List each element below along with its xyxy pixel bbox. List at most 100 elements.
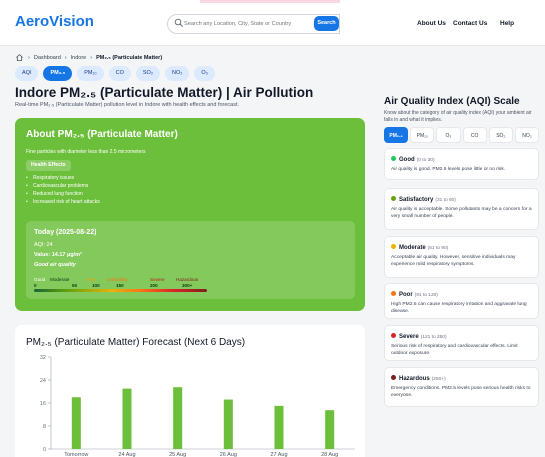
chevron-right-icon: › — [90, 54, 93, 61]
level-range: (250+) — [431, 377, 446, 382]
x-tick-label: Tomorrow — [64, 452, 88, 457]
aqi-gradient-bar — [34, 289, 207, 292]
today-summary: Today (2025-08-22) AQI: 24 Value: 14.17 … — [26, 221, 355, 299]
aqi-level-hazardous: Hazardous (250+) Emergency conditions. PM… — [384, 367, 539, 407]
list-item: Respiratory issues — [26, 174, 100, 182]
level-range: (91 to 120) — [414, 293, 438, 298]
scale-tab-o3[interactable]: O₃ — [436, 127, 461, 143]
today-category: Good air quality — [34, 262, 76, 268]
tab-no2[interactable]: NO₂ — [164, 66, 190, 81]
forecast-bar — [274, 405, 284, 449]
nav-contact-us[interactable]: Contact Us — [453, 20, 487, 27]
page-title: Indore PM₂.₅ (Particulate Matter) | Air … — [15, 85, 314, 100]
about-description: Fine particles with diameter less than 2… — [26, 149, 146, 155]
scale-tab-so2[interactable]: SO₂ — [488, 127, 513, 143]
forecast-heading: PM₂.₅ (Particulate Matter) Forecast (Nex… — [26, 337, 246, 348]
nav-help[interactable]: Help — [500, 20, 514, 27]
forecast-bar-chart: 0 8 16 24 32 Tomorrow 24 Aug 25 Aug 26 Aug 27 Aug… — [40, 355, 355, 457]
scale-label-unhealthy: Unhealthy — [107, 277, 128, 282]
status-dot — [391, 196, 396, 201]
pollutant-tabs: AQI PM₂.₅ PM₁₀ CO SO₂ NO₂ O₃ — [15, 66, 215, 81]
level-name: Hazardous — [399, 376, 430, 382]
tab-co[interactable]: CO — [108, 66, 131, 81]
level-description: Serious risk of respiratory and cardiova… — [391, 344, 518, 356]
level-description: Emergency conditions. PM2.5 levels pose … — [391, 386, 531, 398]
about-pollutant-card: About PM₂.₅ (Particulate Matter) Fine pa… — [15, 118, 365, 311]
scale-tab-no2[interactable]: NO₂ — [514, 127, 540, 143]
scale-label-moderate: Moderate — [50, 277, 70, 282]
scale-tab-pm10[interactable]: PM₁₀ — [410, 127, 435, 143]
level-name: Poor — [399, 292, 413, 298]
forecast-bar — [173, 387, 183, 449]
scale-number: 100 — [92, 283, 100, 288]
forecast-bar — [325, 410, 335, 449]
home-icon[interactable] — [15, 53, 24, 62]
aqi-level-satisfactory: Satisfactory (31 to 60) Air quality is ac… — [384, 188, 539, 230]
scale-tab-pm25[interactable]: PM₂.₅ — [384, 127, 409, 143]
scale-number: 0 — [34, 283, 37, 288]
forecast-bar — [223, 399, 233, 449]
today-title: Today (2025-08-22) — [34, 229, 97, 236]
level-range: (121 to 250) — [420, 335, 447, 340]
app-logo[interactable]: AeroVision — [15, 13, 94, 30]
forecast-bar — [71, 397, 81, 449]
aqi-level-poor: Poor (91 to 120) High PM2.5 can cause res… — [384, 283, 539, 319]
scale-label-poor: Poor — [86, 277, 96, 282]
scale-number: 150 — [116, 283, 124, 288]
tab-o3[interactable]: O₃ — [194, 66, 215, 81]
status-dot — [391, 375, 396, 380]
y-tick-label: 32 — [40, 355, 46, 361]
list-item: Increased risk of heart attacks — [26, 198, 100, 206]
y-tick-label: 8 — [43, 424, 46, 430]
scale-label-hazardous: Hazardous — [176, 277, 199, 282]
scale-tab-co[interactable]: CO — [462, 127, 487, 143]
breadcrumb-dashboard[interactable]: Dashboard — [34, 55, 61, 61]
search-icon — [174, 18, 183, 27]
aqi-scale-title: Air Quality Index (AQI) Scale — [384, 96, 520, 107]
aqi-level-good: Good (0 to 30) Air quality is good. PM2.5… — [384, 148, 539, 180]
scale-label-good: Good — [34, 277, 46, 282]
y-tick-label: 16 — [40, 401, 46, 407]
health-effects-label: Health Effects — [26, 160, 71, 171]
level-range: (61 to 90) — [427, 246, 449, 251]
level-description: High PM2.5 can cause respiratory irritat… — [391, 302, 527, 314]
x-tick-label: 28 Aug — [321, 452, 338, 457]
breadcrumb: › Dashboard › Indore › PM₂.₅ (Particulat… — [15, 53, 162, 62]
aqi-level-moderate: Moderate (61 to 90) Acceptable air qualit… — [384, 236, 539, 278]
forecast-card: PM₂.₅ (Particulate Matter) Forecast (Nex… — [15, 325, 365, 457]
tab-aqi[interactable]: AQI — [15, 66, 39, 81]
list-item: Reduced lung function — [26, 190, 100, 198]
search-input[interactable] — [184, 17, 334, 31]
nav-about-us[interactable]: About Us — [417, 20, 446, 27]
scale-label-severe: Severe — [150, 277, 165, 282]
level-name: Good — [399, 157, 415, 163]
x-tick-label: 24 Aug — [118, 452, 135, 457]
x-tick-label: 25 Aug — [169, 452, 186, 457]
forecast-bar — [122, 388, 132, 449]
status-dot — [391, 333, 396, 338]
tab-so2[interactable]: SO₂ — [135, 66, 160, 81]
decorative-accent-line — [200, 0, 340, 3]
today-value: Value: 14.17 µg/m³ — [34, 252, 82, 258]
tab-pm25[interactable]: PM₂.₅ — [43, 66, 73, 81]
chevron-right-icon: › — [64, 54, 67, 61]
search-button[interactable]: Search — [314, 16, 339, 31]
top-header: AeroVision Search About Us Contact Us He… — [0, 0, 545, 46]
health-effects-list: Respiratory issues Cardiovascular proble… — [26, 174, 100, 206]
x-tick-label: 26 Aug — [220, 452, 237, 457]
page-subtitle: Real-time PM₂.₅ (Particulate Matter) pol… — [15, 102, 240, 108]
today-aqi: AQI: 24 — [34, 242, 53, 248]
level-name: Severe — [399, 334, 419, 340]
level-description: Acceptable air quality. However, sensiti… — [391, 255, 516, 267]
status-dot — [391, 244, 396, 249]
about-heading: About PM₂.₅ (Particulate Matter) — [26, 129, 178, 140]
status-dot — [391, 291, 396, 296]
level-description: Air quality is acceptable. Some pollutan… — [391, 207, 532, 219]
breadcrumb-city[interactable]: Indore — [71, 55, 87, 61]
scale-number: 50 — [72, 283, 78, 288]
level-name: Moderate — [399, 245, 426, 251]
tab-pm10[interactable]: PM₁₀ — [77, 66, 104, 81]
scale-number: 200 — [150, 283, 158, 288]
list-item: Cardiovascular problems — [26, 182, 100, 190]
y-tick-label: 24 — [40, 378, 46, 384]
